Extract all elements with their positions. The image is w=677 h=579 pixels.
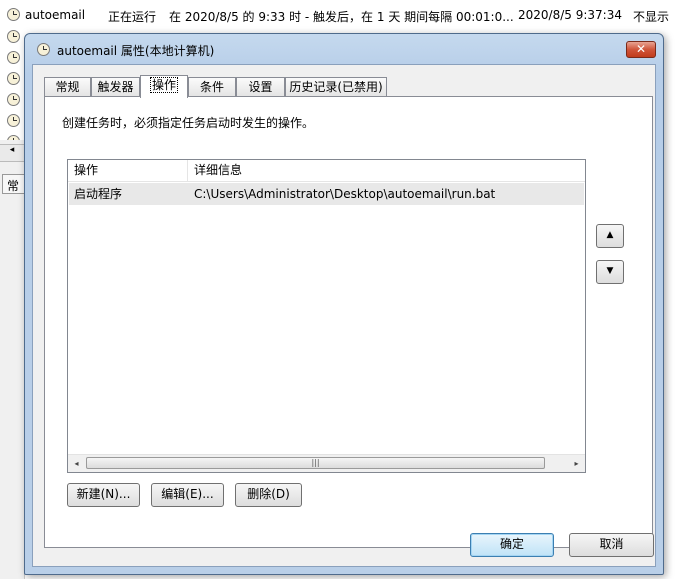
background-panel: [0, 140, 25, 579]
action-type: 启动程序: [74, 187, 123, 201]
move-up-button[interactable]: ▲: [596, 224, 624, 248]
arrow-up-icon: ▲: [606, 230, 614, 240]
tab-history[interactable]: 历史记录(已禁用): [285, 77, 387, 97]
ok-button[interactable]: 确定: [470, 533, 554, 557]
task-status: 正在运行: [108, 10, 157, 24]
clock-icon: [7, 114, 20, 127]
list-header: 操作 详细信息: [68, 160, 585, 182]
dialog-title: autoemail 属性(本地计算机): [57, 44, 215, 58]
task-extra: 不显示: [633, 10, 670, 24]
tab-actions[interactable]: 操作: [140, 75, 188, 98]
scroll-thumb[interactable]: |||: [86, 457, 545, 469]
move-down-button[interactable]: ▼: [596, 260, 624, 284]
task-trigger: 在 2020/8/5 的 9:33 时 - 触发后，在 1 天 期间每隔 00:…: [169, 10, 514, 24]
column-header-details[interactable]: 详细信息: [188, 160, 585, 181]
actions-list[interactable]: 操作 详细信息 启动程序 C:\Users\Administrator\Desk…: [67, 159, 586, 473]
cancel-button[interactable]: 取消: [569, 533, 654, 557]
clock-icon: [7, 93, 20, 106]
actions-description: 创建任务时，必须指定任务启动时发生的操作。: [62, 116, 315, 130]
delete-action-button[interactable]: 删除(D): [235, 483, 302, 507]
action-details: C:\Users\Administrator\Desktop\autoemail…: [194, 187, 496, 201]
horizontal-scrollbar[interactable]: ◂ ||| ▸: [68, 454, 585, 472]
background-scroll-left[interactable]: ◂: [0, 144, 24, 162]
arrow-down-icon: ▼: [606, 266, 614, 276]
close-button[interactable]: ✕: [626, 41, 656, 58]
clock-icon: [7, 8, 20, 21]
column-header-action[interactable]: 操作: [68, 160, 188, 181]
task-next-run: 2020/8/5 9:37:34: [518, 8, 622, 22]
scroll-right-icon[interactable]: ▸: [568, 455, 585, 472]
tab-triggers[interactable]: 触发器: [91, 77, 140, 97]
tab-settings[interactable]: 设置: [236, 77, 285, 97]
edit-action-button[interactable]: 编辑(E)...: [151, 483, 224, 507]
close-icon: ✕: [635, 42, 647, 56]
actions-tab-panel: 创建任务时，必须指定任务启动时发生的操作。 操作 详细信息 启动程序 C:\Us…: [44, 96, 653, 548]
dialog-client-area: 常规 触发器 操作 条件 设置 历史记录(已禁用) 创建任务时，必须指定任务启动…: [32, 64, 656, 567]
dialog-titlebar[interactable]: autoemail 属性(本地计算机) ✕: [25, 34, 663, 64]
clock-icon: [7, 30, 20, 43]
new-action-button[interactable]: 新建(N)...: [67, 483, 140, 507]
list-item[interactable]: 启动程序 C:\Users\Administrator\Desktop\auto…: [69, 183, 584, 205]
tab-conditions[interactable]: 条件: [188, 77, 236, 97]
clock-icon: [37, 43, 50, 56]
task-name: autoemail: [25, 8, 86, 22]
clock-icon: [7, 51, 20, 64]
task-properties-dialog: autoemail 属性(本地计算机) ✕ 常规 触发器 操作 条件 设置 历史…: [24, 33, 664, 575]
scroll-left-icon[interactable]: ◂: [68, 455, 85, 472]
tab-general[interactable]: 常规: [44, 77, 91, 97]
background-tab-general[interactable]: 常: [2, 174, 24, 194]
task-row-autoemail[interactable]: autoemail 正在运行 在 2020/8/5 的 9:33 时 - 触发后…: [0, 5, 677, 25]
clock-icon: [7, 72, 20, 85]
